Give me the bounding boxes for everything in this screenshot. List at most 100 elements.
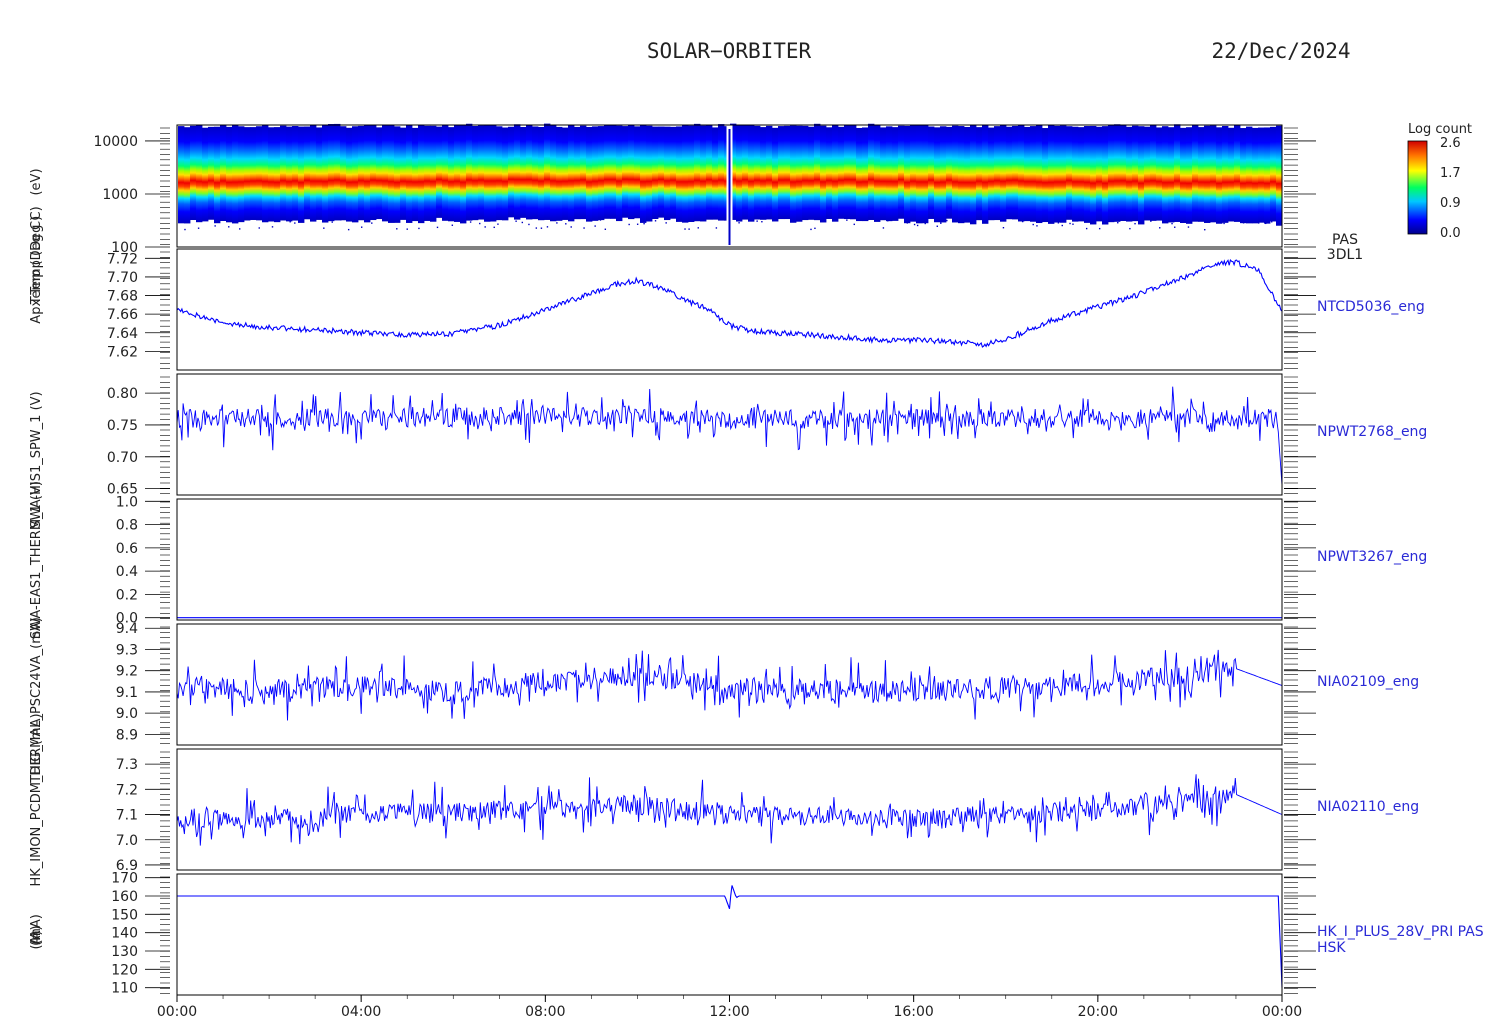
spectrogram-column [268, 127, 275, 222]
spectrogram-column [880, 127, 887, 221]
side-label: THERMAL_PSC24VA_(mA) [29, 617, 44, 784]
spectrogram-column [256, 126, 263, 221]
spectrogram-column [826, 127, 833, 219]
spectrogram-speck [1085, 227, 1088, 230]
spectrogram-column [208, 126, 215, 220]
spectrogram-speck [756, 220, 758, 222]
spectrogram-column [1084, 126, 1091, 223]
spectrogram-column [526, 124, 533, 220]
spectrogram-speck [1150, 220, 1152, 222]
spectrogram-column [982, 124, 989, 224]
spectrogram-speck [1002, 227, 1005, 229]
series-label: HSK [1317, 940, 1346, 956]
y-tick-label: 1.0 [116, 494, 138, 510]
y-tick-label: 0.6 [116, 541, 138, 557]
spectrogram-speck [958, 220, 960, 222]
spectrogram-speck [799, 220, 802, 222]
spectrogram-column [1246, 126, 1253, 224]
panel-frame [176, 498, 1283, 621]
spectrogram-column [418, 124, 425, 224]
spectrogram-speck [371, 222, 373, 224]
spectrogram-speck [604, 228, 607, 230]
spectrogram-speck [1049, 221, 1052, 223]
spectrogram-speck [340, 219, 342, 221]
spectrogram-column [1156, 127, 1163, 221]
colorbar-tick: 0.9 [1440, 196, 1461, 211]
spectrogram-column [784, 125, 791, 220]
spectrogram-speck [1174, 226, 1176, 228]
spectrogram-column [706, 124, 713, 220]
spectrogram-column [1228, 127, 1235, 222]
spectrogram-column [1018, 124, 1025, 222]
spectrogram-column [1102, 126, 1109, 225]
spectrogram-column [814, 123, 821, 221]
spectrogram-column [1138, 126, 1145, 225]
spectrogram-column [1006, 126, 1013, 220]
spectrogram-column [424, 125, 431, 221]
spectrogram-speck [1171, 222, 1173, 225]
y-tick-label: 0.2 [116, 587, 138, 603]
spectrogram-column [436, 126, 443, 218]
spectrogram-column [820, 125, 827, 223]
spectrogram-column [754, 125, 761, 220]
y-tick-label: 0.75 [107, 418, 138, 434]
spectrogram-column [970, 124, 977, 225]
side-label: Apx Temp (Deg C) [29, 206, 44, 323]
spectrogram-column [442, 125, 449, 221]
spectrogram-column [1162, 126, 1169, 224]
spectrogram-speck [396, 228, 398, 230]
spectrogram-column [844, 125, 851, 220]
spectrogram-speck [294, 222, 296, 224]
panel-frame [176, 873, 1283, 996]
spectrogram-column [760, 127, 767, 220]
spectrogram-speck [853, 223, 855, 226]
spectrogram-column [670, 126, 677, 219]
spectrogram-column [1108, 124, 1115, 223]
plot-title: SOLAR−ORBITER [647, 39, 812, 63]
spectrogram-column [766, 125, 773, 220]
spectrogram-column [862, 127, 869, 222]
x-tick-label: 20:00 [1078, 1004, 1118, 1020]
spectrogram-speck [323, 227, 325, 229]
spectrogram-column [352, 126, 359, 223]
spectrogram-column [310, 125, 317, 222]
side-label: (mA) [29, 914, 44, 946]
spectrogram-column [214, 126, 221, 224]
spectrogram-column [592, 126, 599, 221]
spectrogram-column [538, 126, 545, 221]
line-panel-5: 7.37.27.17.06.9NIA02110_eng [116, 748, 1419, 874]
spectrogram-column [376, 127, 383, 220]
spectrogram-column [958, 126, 965, 224]
x-axis: 00:00 04:00 08:00 12:00 16:00 20:00 00:00 [157, 995, 1302, 1020]
spectrogram-speck [418, 227, 420, 230]
spectrogram-column [514, 124, 521, 220]
spectrogram-column [334, 123, 341, 221]
y-tick-label: 110 [111, 981, 138, 997]
x-tick-label: 12:00 [709, 1004, 749, 1020]
y-tick-label: 130 [111, 944, 138, 960]
spectrogram-column [364, 124, 371, 223]
spectrogram-speck [535, 227, 538, 229]
colorbar-tick: 2.6 [1440, 136, 1461, 151]
spectrogram-column [604, 125, 611, 219]
spectrogram-speck [1021, 220, 1024, 223]
spectrogram-speck [676, 220, 678, 222]
spectrogram-speck [1271, 221, 1273, 223]
spectrogram-speck [271, 226, 274, 228]
colorbar: Log count 2.6 1.7 0.9 0.0 [1407, 122, 1472, 241]
spectrogram-column [556, 126, 563, 221]
spectrogram-column [610, 125, 617, 219]
y-tick-label: 0.70 [107, 450, 138, 466]
spectrogram-column [718, 124, 725, 221]
spectrogram-column [634, 126, 641, 219]
spectrogram-speck [258, 227, 260, 229]
spectrogram-column [1144, 126, 1151, 221]
spectrogram-column [778, 126, 785, 220]
spectrogram-speck [916, 224, 919, 227]
x-tick-label: 00:00 [1262, 1004, 1302, 1020]
plot-date: 22/Dec/2024 [1211, 39, 1350, 63]
spectrogram-column [340, 126, 347, 221]
y-tick-label: 9.2 [116, 664, 138, 680]
spectrogram-speck [846, 219, 848, 221]
spectrogram-speck [1057, 222, 1060, 224]
